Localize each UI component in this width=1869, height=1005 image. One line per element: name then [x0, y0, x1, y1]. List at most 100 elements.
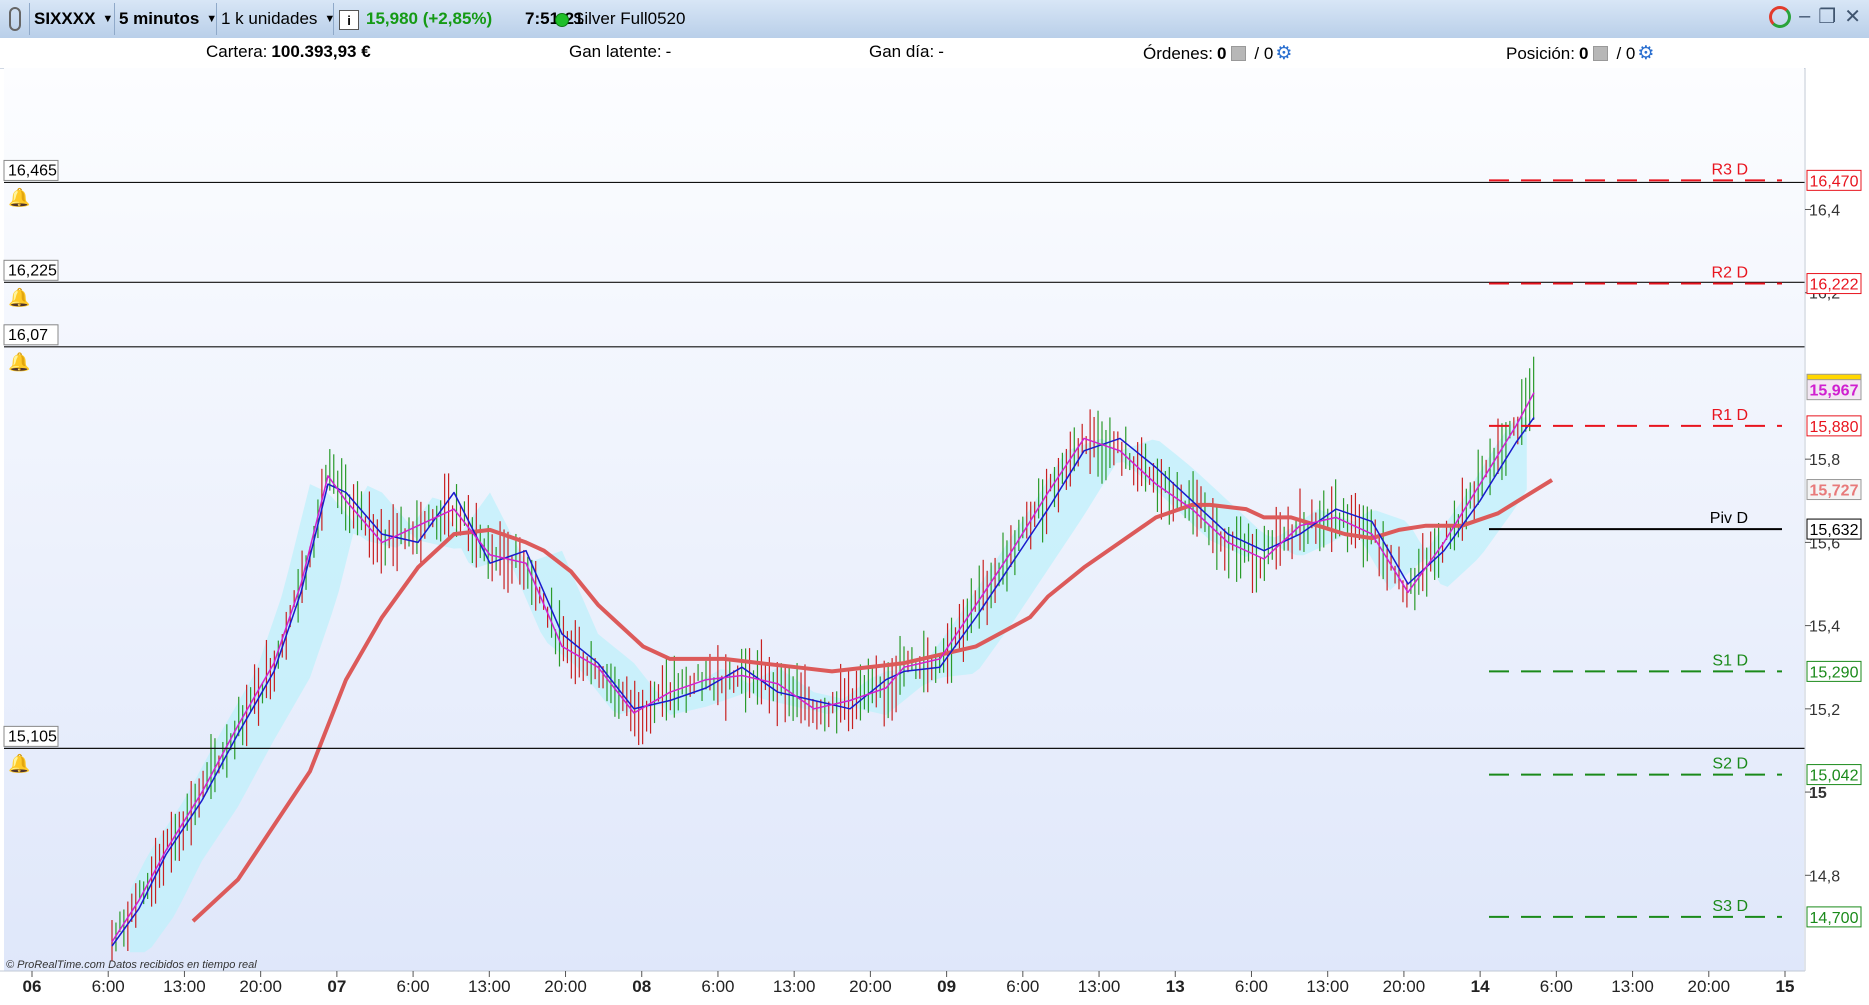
close-icon[interactable]: ✕: [1844, 4, 1861, 29]
y-tick-label: 15,4: [1809, 619, 1840, 636]
toolbar: SIXXXX ▼ 5 minutos ▼ 1 k unidades ▼ i 15…: [0, 0, 1869, 39]
x-tick-label: 6:00: [1540, 977, 1573, 996]
y-tick-label: 14,8: [1809, 868, 1840, 885]
pivot-name: S1 D: [1712, 652, 1748, 669]
y-tick-label: 15: [1809, 785, 1827, 802]
portfolio-status: Cartera: 100.393,93 €: [206, 42, 371, 62]
x-tick-label: 20:00: [849, 977, 892, 996]
pivot-name: S3 D: [1712, 898, 1748, 915]
position-total: / 0: [1616, 43, 1636, 63]
timeframe-label: 5 minutos: [119, 9, 200, 28]
y-tick-label: 15,2: [1809, 702, 1840, 719]
pivot-name: R3 D: [1712, 161, 1748, 178]
pivot-badge-label: 16,470: [1810, 173, 1859, 190]
x-tick-label: 20:00: [239, 977, 282, 996]
x-tick-label: 07: [327, 977, 346, 996]
x-tick-label: 15: [1776, 977, 1795, 996]
gear-icon[interactable]: ⚙: [1637, 42, 1654, 65]
gear-icon[interactable]: ⚙: [1275, 42, 1292, 65]
x-tick-label: 6:00: [397, 977, 430, 996]
x-tick-label: 09: [937, 977, 956, 996]
alert-price-label: 16,465: [8, 162, 57, 179]
unrealized-label: Gan latente:: [569, 42, 662, 61]
pivot-badge-label: 15,042: [1810, 768, 1859, 785]
window-controls: – ❐ ✕: [1769, 4, 1861, 29]
x-tick-label: 20:00: [1383, 977, 1426, 996]
symbol-label: SIXXXX: [34, 9, 96, 28]
pivot-badge-label: 15,632: [1810, 522, 1859, 539]
orders-status: Órdenes: 0 / 0 ⚙: [1143, 42, 1292, 65]
y-tick-label: 16,4: [1809, 202, 1840, 219]
x-tick-label: 6:00: [1235, 977, 1268, 996]
x-tick-label: 20:00: [1688, 977, 1731, 996]
toolbar-separator: [333, 3, 334, 35]
x-tick-label: 13:00: [1078, 977, 1121, 996]
symbol-selector[interactable]: SIXXXX ▼: [34, 2, 113, 36]
units-selector[interactable]: 1 k unidades ▼: [221, 2, 335, 36]
pivot-badge-label: 14,700: [1810, 910, 1859, 927]
pivot-badge-label: 15,880: [1810, 419, 1859, 436]
y-tick-label: 15,8: [1809, 452, 1840, 469]
portfolio-label: Cartera:: [206, 42, 268, 61]
portfolio-value: 100.393,93 €: [271, 42, 371, 61]
x-tick-label: 13:00: [1611, 977, 1654, 996]
pivot-badge-label: 16,222: [1810, 277, 1859, 294]
bell-icon[interactable]: 🔔: [8, 352, 30, 372]
unrealized-value: -: [665, 42, 672, 61]
alert-price-label: 15,105: [8, 728, 57, 745]
toolbar-separator: [216, 3, 217, 35]
x-tick-label: 13:00: [468, 977, 511, 996]
x-tick-label: 13: [1166, 977, 1185, 996]
x-tick-label: 13:00: [773, 977, 816, 996]
price-badge-label: 15,727: [1810, 483, 1859, 500]
timeframe-selector[interactable]: 5 minutos ▼: [119, 2, 217, 36]
alert-price-label: 16,07: [8, 327, 48, 344]
live-status-icon: [555, 13, 569, 27]
x-tick-label: 6:00: [701, 977, 734, 996]
x-tick-label: 14: [1471, 977, 1490, 996]
orders-count: 0: [1216, 43, 1227, 63]
toolbar-separator: [114, 3, 115, 35]
data-feed-notice: © ProRealTime.com Datos recibidos en tie…: [6, 959, 257, 971]
x-tick-label: 20:00: [544, 977, 587, 996]
feed-status: Silver Full0520: [573, 9, 686, 28]
bell-icon[interactable]: 🔔: [8, 187, 30, 207]
units-label: 1 k unidades: [221, 9, 318, 28]
pivot-name: R1 D: [1712, 407, 1748, 424]
unrealized-status: Gan latente: -: [569, 42, 671, 62]
account-status-bar: Cartera: 100.393,93 € Gan latente: - Gan…: [0, 38, 1869, 69]
pivot-name: R2 D: [1712, 265, 1748, 282]
refresh-icon[interactable]: [1769, 5, 1792, 28]
position-count: 0: [1578, 43, 1589, 63]
x-tick-label: 13:00: [1306, 977, 1349, 996]
orders-label: Órdenes:: [1143, 43, 1213, 63]
price-chart[interactable]: 16,465 🔔 16,225 🔔 16,07 🔔 15,105 🔔 R3 D R2 D R1 D…: [0, 68, 1869, 1000]
price-change: 15,980 (+2,85%): [366, 9, 493, 28]
close-position-icon[interactable]: [1593, 46, 1609, 61]
restore-icon[interactable]: ❐: [1818, 4, 1836, 29]
daily-label: Gan día:: [869, 42, 935, 61]
minimize-icon[interactable]: –: [1799, 5, 1810, 28]
link-icon[interactable]: [4, 2, 26, 36]
position-status: Posición: 0 / 0 ⚙: [1506, 42, 1654, 65]
price-badge-label: 15,967: [1810, 383, 1859, 400]
position-label: Posición:: [1506, 43, 1575, 63]
x-tick-label: 08: [632, 977, 651, 996]
alert-price-label: 16,225: [8, 262, 57, 279]
pivot-name: S2 D: [1712, 756, 1748, 773]
bell-icon[interactable]: 🔔: [8, 753, 30, 773]
x-tick-label: 13:00: [163, 977, 206, 996]
info-icon[interactable]: i: [339, 10, 359, 30]
toolbar-separator: [29, 3, 30, 35]
x-tick-label: 06: [23, 977, 42, 996]
daily-status: Gan día: -: [869, 42, 944, 62]
plot-area: [4, 68, 1804, 971]
daily-value: -: [938, 42, 944, 61]
orders-total: / 0: [1254, 43, 1274, 63]
x-tick-label: 6:00: [1006, 977, 1039, 996]
chevron-down-icon: ▼: [102, 13, 114, 25]
cancel-orders-icon[interactable]: [1231, 46, 1247, 61]
price-chart-svg[interactable]: 16,465 🔔 16,225 🔔 16,07 🔔 15,105 🔔 R3 D R2 D R1 D…: [0, 68, 1869, 1000]
bell-icon[interactable]: 🔔: [8, 287, 30, 307]
pivot-badge-label: 15,290: [1810, 664, 1859, 681]
